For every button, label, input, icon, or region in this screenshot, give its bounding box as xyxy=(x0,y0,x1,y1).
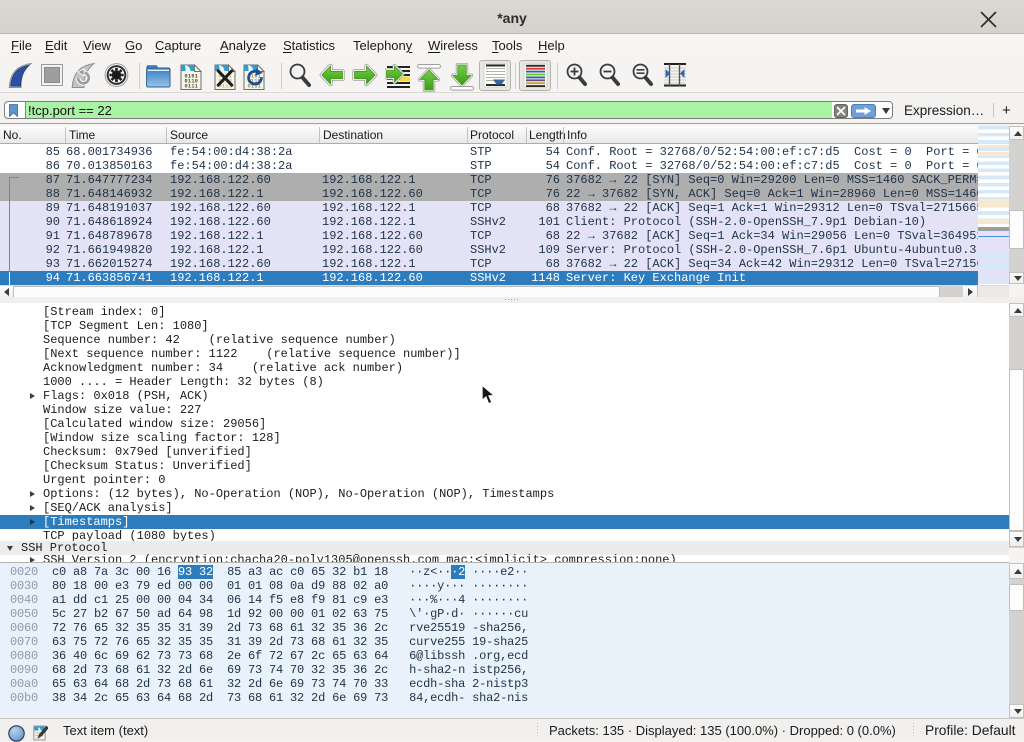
svg-text:0111: 0111 xyxy=(185,84,199,90)
